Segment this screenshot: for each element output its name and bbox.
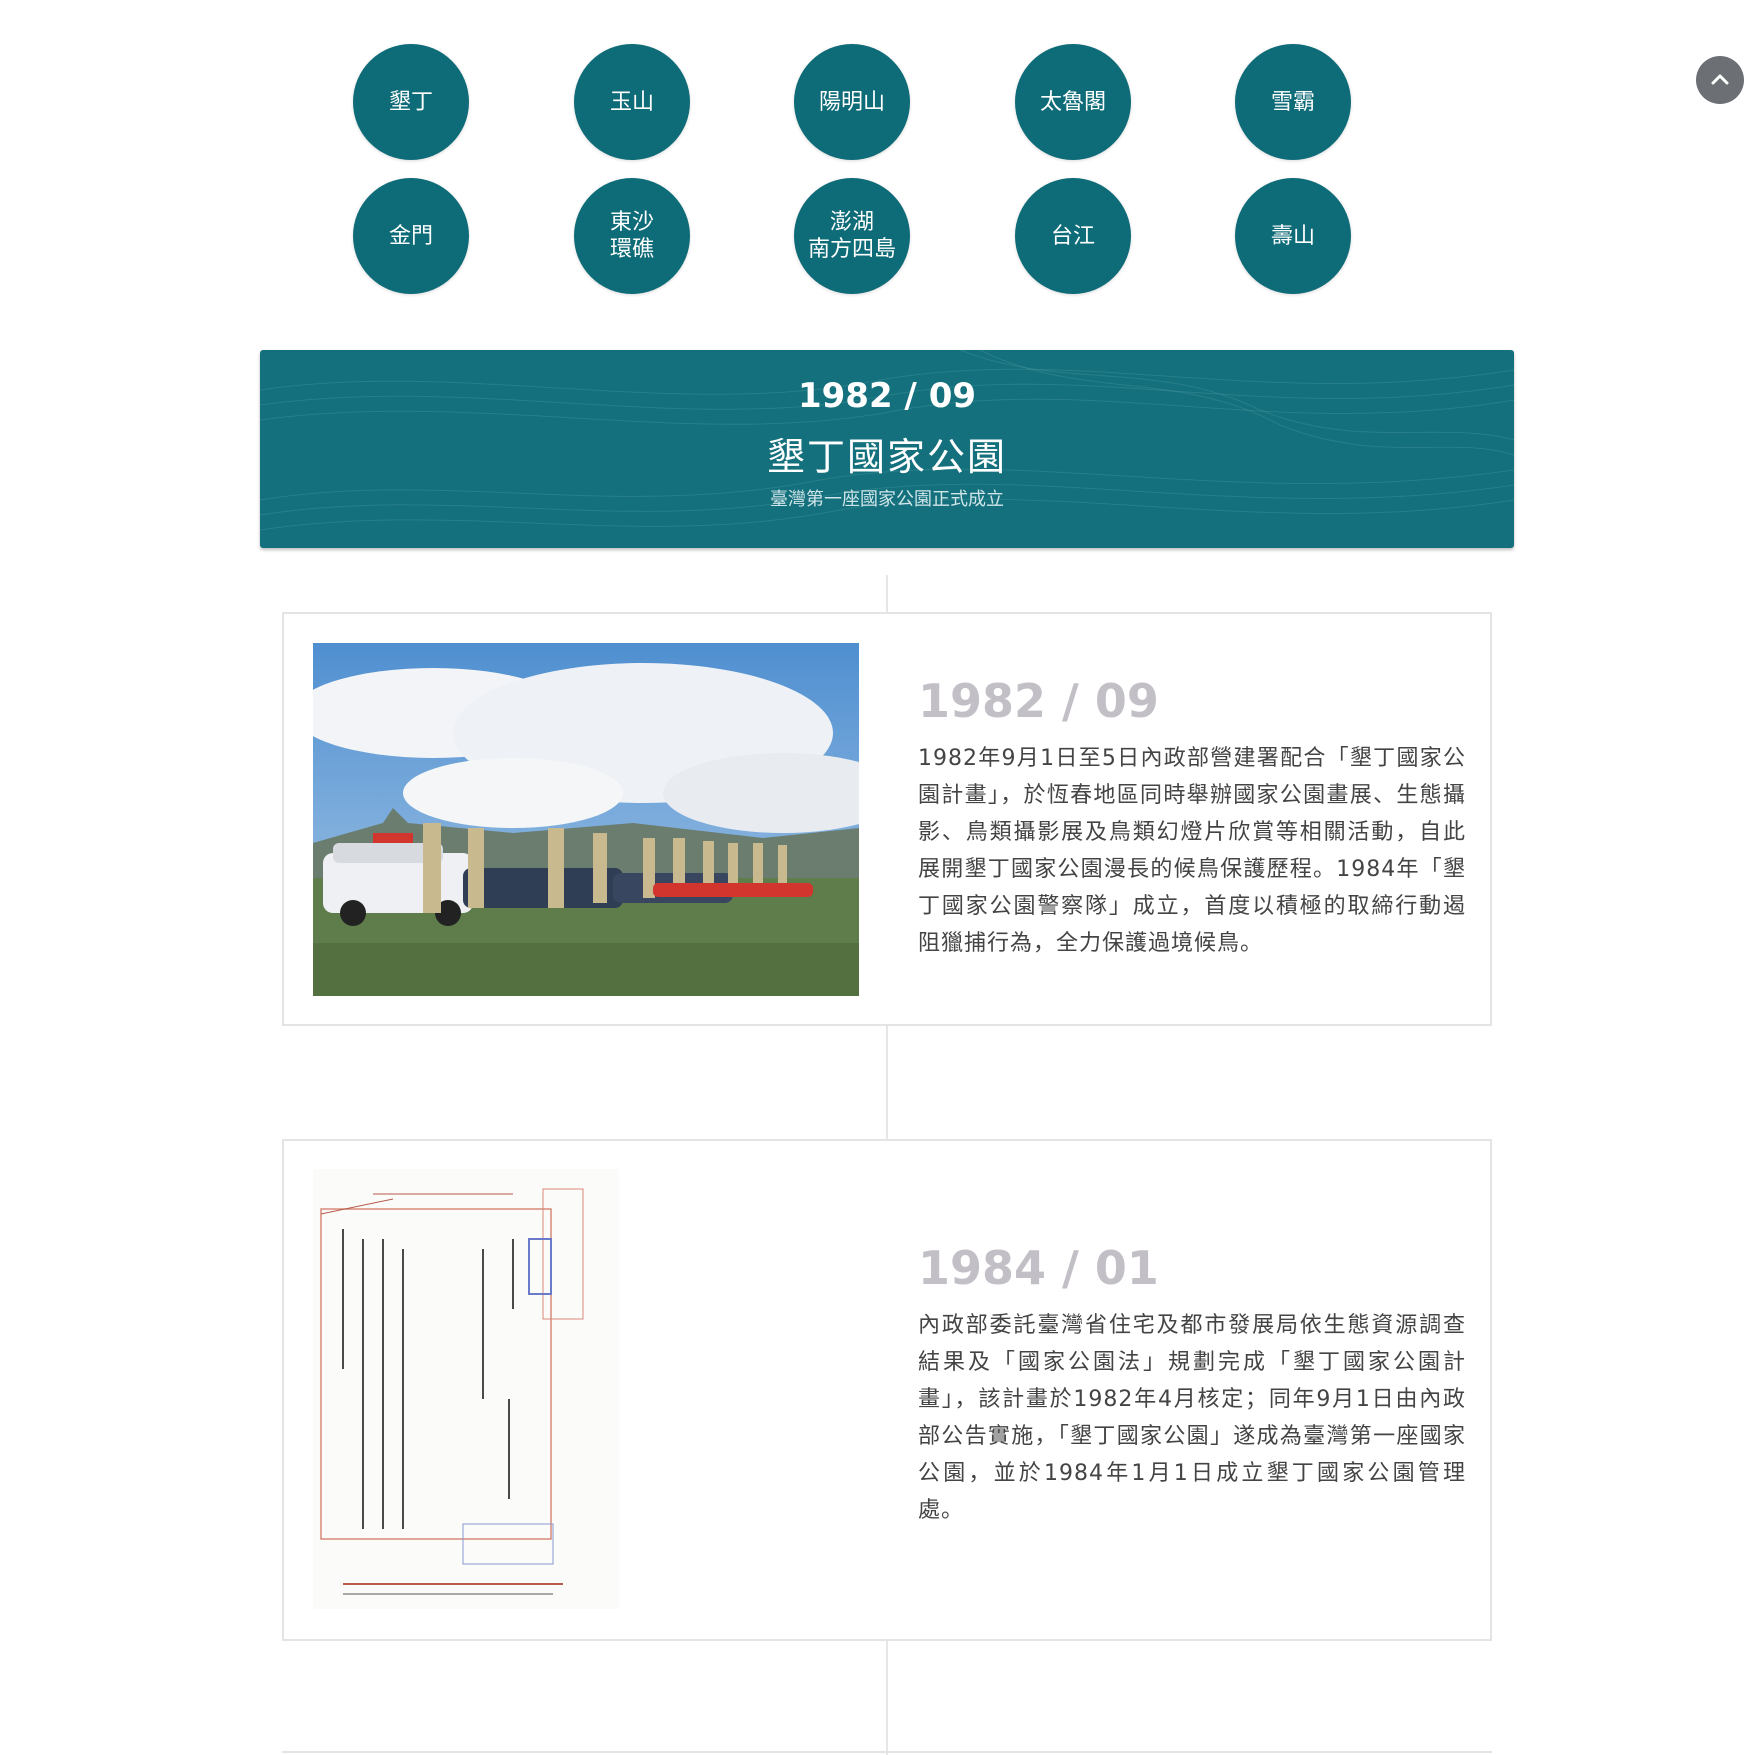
banner-title: 墾丁國家公園: [766, 435, 1007, 479]
park-navigation: 墾丁 玉山 陽明山 太魯閣 雪霸 金門 東沙 環礁 澎湖 南方四島 台江 壽山: [0, 0, 1755, 300]
park-label: 東沙: [609, 210, 654, 235]
park-label: 太魯閣: [1039, 89, 1106, 115]
entry-date: 1982 / 09: [918, 674, 1159, 728]
featured-banner: 1982 / 09 墾丁國家公園 臺灣第一座國家公園正式成立: [260, 350, 1514, 548]
timeline-connector: [886, 1025, 888, 1140]
park-label: 環礁: [609, 237, 654, 262]
entry-text: 1982年9月1日至5日內政部營建署配合「墾丁國家公園計畫」，於恆春地區同時舉辦…: [918, 746, 1466, 956]
park-label: 墾丁: [388, 89, 433, 115]
timeline-entry-partial: [282, 1751, 1492, 1755]
timeline-connector: [886, 575, 888, 613]
entry-date: 1984 / 01: [918, 1241, 1159, 1295]
banner-subtitle: 臺灣第一座國家公園正式成立: [770, 489, 1004, 510]
banner-date: 1982 / 09: [797, 376, 977, 416]
timeline-entry: 1982 / 09 1982年9月1日至5日內政部營建署配合「墾丁國家公園計畫」…: [282, 612, 1492, 1026]
park-button-yushan[interactable]: 玉山: [574, 44, 690, 160]
park-button-yangmingshan[interactable]: 陽明山: [794, 44, 910, 160]
park-label: 雪霸: [1270, 89, 1315, 115]
chevron-up-icon: [1711, 74, 1729, 85]
timeline-connector: [886, 1640, 888, 1755]
park-button-taroko[interactable]: 太魯閣: [1015, 44, 1131, 160]
park-label: 玉山: [609, 89, 654, 115]
official-document-scan: [313, 1169, 619, 1609]
park-button-south-penghu[interactable]: 澎湖 南方四島: [794, 178, 910, 294]
back-to-top-button[interactable]: [1696, 56, 1744, 104]
park-button-kinmen[interactable]: 金門: [353, 178, 469, 294]
park-button-taijiang[interactable]: 台江: [1015, 178, 1131, 294]
police-lineup-photo: [313, 643, 859, 996]
park-label: 壽山: [1270, 223, 1315, 249]
park-label: 金門: [388, 223, 433, 249]
park-button-dongsha-atoll[interactable]: 東沙 環礁: [574, 178, 690, 294]
entry-text: 內政部委託臺灣省住宅及都市發展局依生態資源調查結果及「國家公園法」規劃完成「墾丁…: [918, 1313, 1466, 1523]
park-label: 澎湖: [829, 210, 874, 235]
park-label: 陽明山: [818, 89, 885, 115]
park-button-kenting[interactable]: 墾丁: [353, 44, 469, 160]
park-label: 台江: [1050, 223, 1095, 249]
park-label: 南方四島: [807, 237, 896, 262]
park-button-shoushan[interactable]: 壽山: [1235, 178, 1351, 294]
park-button-shei-pa[interactable]: 雪霸: [1235, 44, 1351, 160]
timeline-entry: 1984 / 01 內政部委託臺灣省住宅及都市發展局依生態資源調查結果及「國家公…: [282, 1139, 1492, 1641]
